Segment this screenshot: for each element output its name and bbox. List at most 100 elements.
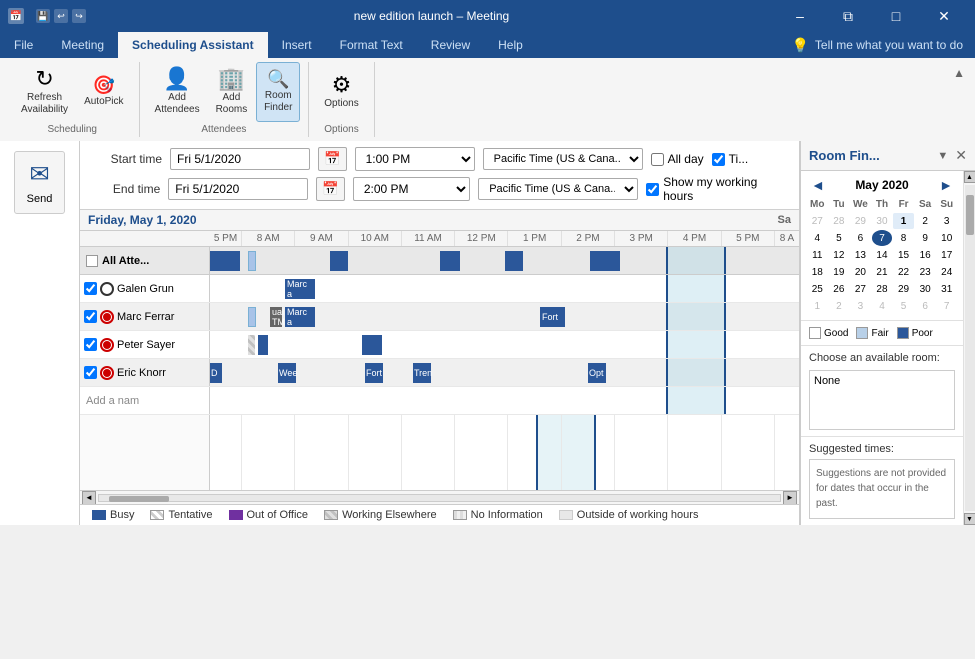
- tab-meeting[interactable]: Meeting: [47, 32, 118, 58]
- room-scroll-up-btn[interactable]: ▲: [964, 171, 975, 183]
- redo-icon[interactable]: ↪: [72, 9, 86, 23]
- collapse-ribbon-button[interactable]: ▲: [949, 64, 969, 82]
- options-button[interactable]: ⚙ Options: [317, 62, 365, 122]
- cal-day-6[interactable]: 6: [850, 230, 871, 246]
- cal-day-16[interactable]: 16: [915, 247, 936, 263]
- room-finder-icon: 🔍: [267, 70, 289, 88]
- tab-insert[interactable]: Insert: [268, 32, 326, 58]
- cal-day-9[interactable]: 9: [915, 230, 936, 246]
- all-checkbox[interactable]: [86, 255, 98, 267]
- cal-day-24[interactable]: 24: [936, 264, 957, 280]
- refresh-availability-button[interactable]: ↻ Refresh Availability: [14, 62, 75, 122]
- galen-checkbox[interactable]: [84, 282, 97, 295]
- timezone-checkbox[interactable]: [712, 153, 725, 166]
- add-rooms-button[interactable]: 🏢 Add Rooms: [209, 62, 255, 122]
- show-working-hours-checkbox[interactable]: [646, 183, 659, 196]
- cal-day-31[interactable]: 31: [936, 281, 957, 297]
- room-finder-close-btn[interactable]: ✕: [955, 147, 967, 164]
- cal-day-29[interactable]: 29: [893, 281, 914, 297]
- cal-day-2[interactable]: 2: [915, 213, 936, 229]
- cal-day-30-w1[interactable]: 30: [872, 213, 893, 229]
- cal-day-29-w1[interactable]: 29: [850, 213, 871, 229]
- cal-day-28-w1[interactable]: 28: [829, 213, 850, 229]
- start-date-picker[interactable]: 📅: [318, 147, 347, 171]
- room-scroll-down-btn[interactable]: ▼: [964, 513, 975, 525]
- start-timezone-select[interactable]: Pacific Time (US & Cana...: [483, 148, 643, 170]
- tab-scheduling-assistant[interactable]: Scheduling Assistant: [118, 32, 268, 58]
- cal-day-30[interactable]: 30: [915, 281, 936, 297]
- cal-day-12[interactable]: 12: [829, 247, 850, 263]
- add-name-cell[interactable]: Add a nam: [80, 387, 210, 414]
- start-date-input[interactable]: [170, 148, 310, 170]
- cal-day-23[interactable]: 23: [915, 264, 936, 280]
- cal-next-btn[interactable]: ►: [935, 177, 957, 193]
- cal-day-21[interactable]: 21: [872, 264, 893, 280]
- cal-day-25[interactable]: 25: [807, 281, 828, 297]
- cal-day-7[interactable]: 7: [872, 230, 893, 246]
- end-time-select[interactable]: 2:00 PM: [353, 177, 470, 201]
- end-date-picker[interactable]: 📅: [316, 177, 345, 201]
- cal-day-3[interactable]: 3: [936, 213, 957, 229]
- all-day-checkbox[interactable]: [651, 153, 664, 166]
- ribbon-search-area[interactable]: 💡 Tell me what you want to do: [791, 37, 975, 54]
- cal-day-10[interactable]: 10: [936, 230, 957, 246]
- room-finder-dropdown-btn[interactable]: ▼: [934, 149, 951, 163]
- cal-day-1-next[interactable]: 1: [807, 298, 828, 314]
- end-timezone-select[interactable]: Pacific Time (US & Cana...: [478, 178, 638, 200]
- cal-day-28[interactable]: 28: [872, 281, 893, 297]
- cal-day-17[interactable]: 17: [936, 247, 957, 263]
- room-list[interactable]: None: [809, 370, 955, 430]
- scroll-right-btn[interactable]: ►: [783, 491, 797, 505]
- cal-day-7-next[interactable]: 7: [936, 298, 957, 314]
- cal-prev-btn[interactable]: ◄: [807, 177, 829, 193]
- add-selection: [666, 387, 726, 414]
- cal-day-19[interactable]: 19: [829, 264, 850, 280]
- scroll-thumb[interactable]: [109, 496, 169, 502]
- tab-help[interactable]: Help: [484, 32, 537, 58]
- end-date-input[interactable]: [168, 178, 308, 200]
- tab-review[interactable]: Review: [417, 32, 484, 58]
- cal-day-4-next[interactable]: 4: [872, 298, 893, 314]
- room-scroll-thumb[interactable]: [966, 195, 974, 235]
- peter-checkbox[interactable]: [84, 338, 97, 351]
- cal-day-18[interactable]: 18: [807, 264, 828, 280]
- send-button[interactable]: ✉ Send: [14, 151, 66, 214]
- cal-day-27[interactable]: 27: [850, 281, 871, 297]
- room-finder-scrollbar[interactable]: ▲ ▼: [963, 171, 975, 525]
- scroll-left-btn[interactable]: ◄: [82, 491, 96, 505]
- cal-day-5-next[interactable]: 5: [893, 298, 914, 314]
- cal-day-20[interactable]: 20: [850, 264, 871, 280]
- tab-format-text[interactable]: Format Text: [326, 32, 417, 58]
- cal-day-22[interactable]: 22: [893, 264, 914, 280]
- scroll-track[interactable]: [98, 494, 781, 502]
- undo-icon[interactable]: ↩: [54, 9, 68, 23]
- cal-day-27-w1[interactable]: 27: [807, 213, 828, 229]
- save-icon[interactable]: 💾: [36, 9, 50, 23]
- cal-day-5[interactable]: 5: [829, 230, 850, 246]
- minimize-button[interactable]: –: [777, 0, 823, 32]
- cal-day-4[interactable]: 4: [807, 230, 828, 246]
- cal-day-11[interactable]: 11: [807, 247, 828, 263]
- grid-lines: [80, 415, 799, 490]
- room-finder-button[interactable]: 🔍 Room Finder: [256, 62, 300, 122]
- autopick-button[interactable]: 🎯 AutoPick: [77, 62, 130, 122]
- cal-day-15[interactable]: 15: [893, 247, 914, 263]
- cal-day-13[interactable]: 13: [850, 247, 871, 263]
- horizontal-scrollbar[interactable]: ◄ ►: [80, 490, 799, 504]
- close-button[interactable]: ✕: [921, 0, 967, 32]
- cal-day-14[interactable]: 14: [872, 247, 893, 263]
- tab-file[interactable]: File: [0, 32, 47, 58]
- marc-checkbox[interactable]: [84, 310, 97, 323]
- cal-header-fr: Fr: [893, 197, 914, 212]
- maximize-button[interactable]: □: [873, 0, 919, 32]
- cal-day-26[interactable]: 26: [829, 281, 850, 297]
- cal-day-1[interactable]: 1: [893, 213, 914, 229]
- restore-button[interactable]: ⧉: [825, 0, 871, 32]
- cal-day-3-next[interactable]: 3: [850, 298, 871, 314]
- cal-day-2-next[interactable]: 2: [829, 298, 850, 314]
- cal-day-6-next[interactable]: 6: [915, 298, 936, 314]
- eric-checkbox[interactable]: [84, 366, 97, 379]
- cal-day-8[interactable]: 8: [893, 230, 914, 246]
- start-time-select[interactable]: 1:00 PM: [355, 147, 475, 171]
- add-attendees-button[interactable]: 👤 Add Attendees: [148, 62, 207, 122]
